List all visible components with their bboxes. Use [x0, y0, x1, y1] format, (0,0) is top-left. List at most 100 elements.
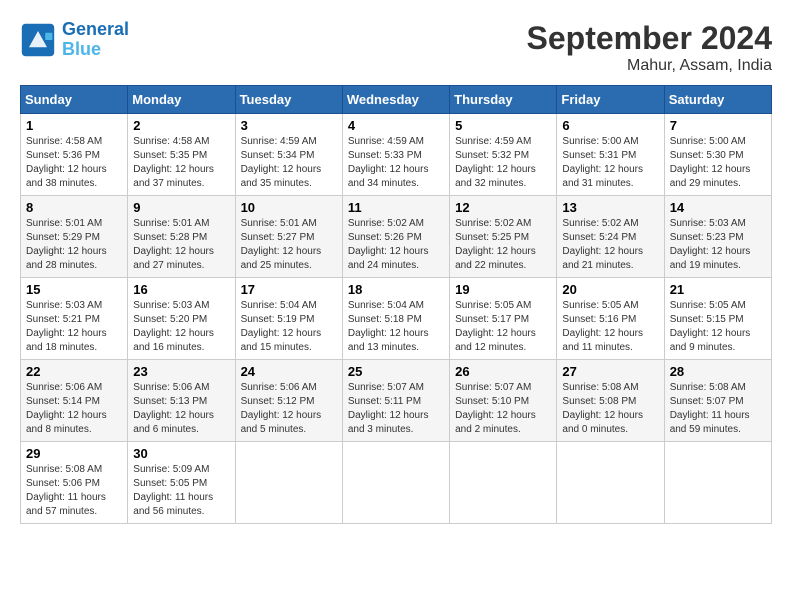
day-cell-20: 20 Sunrise: 5:05 AM Sunset: 5:16 PM Dayl…: [557, 278, 664, 360]
day-info: Sunrise: 5:00 AM Sunset: 5:31 PM Dayligh…: [562, 135, 658, 191]
day-cell-23: 23 Sunrise: 5:06 AM Sunset: 5:13 PM Dayl…: [128, 360, 235, 442]
day-number: 15: [26, 282, 122, 297]
day-info: Sunrise: 4:59 AM Sunset: 5:32 PM Dayligh…: [455, 135, 551, 191]
day-number: 3: [241, 118, 337, 133]
day-cell-3: 3 Sunrise: 4:59 AM Sunset: 5:34 PM Dayli…: [235, 114, 342, 196]
empty-cell: [342, 442, 449, 524]
day-number: 21: [670, 282, 766, 297]
day-cell-5: 5 Sunrise: 4:59 AM Sunset: 5:32 PM Dayli…: [450, 114, 557, 196]
day-cell-21: 21 Sunrise: 5:05 AM Sunset: 5:15 PM Dayl…: [664, 278, 771, 360]
day-cell-7: 7 Sunrise: 5:00 AM Sunset: 5:30 PM Dayli…: [664, 114, 771, 196]
day-cell-17: 17 Sunrise: 5:04 AM Sunset: 5:19 PM Dayl…: [235, 278, 342, 360]
day-cell-4: 4 Sunrise: 4:59 AM Sunset: 5:33 PM Dayli…: [342, 114, 449, 196]
day-number: 10: [241, 200, 337, 215]
day-number: 22: [26, 364, 122, 379]
weekday-header-monday: Monday: [128, 86, 235, 114]
day-number: 9: [133, 200, 229, 215]
day-number: 1: [26, 118, 122, 133]
week-row-4: 22 Sunrise: 5:06 AM Sunset: 5:14 PM Dayl…: [21, 360, 772, 442]
day-cell-25: 25 Sunrise: 5:07 AM Sunset: 5:11 PM Dayl…: [342, 360, 449, 442]
weekday-header-tuesday: Tuesday: [235, 86, 342, 114]
day-cell-1: 1 Sunrise: 4:58 AM Sunset: 5:36 PM Dayli…: [21, 114, 128, 196]
day-info: Sunrise: 5:09 AM Sunset: 5:05 PM Dayligh…: [133, 463, 229, 519]
weekday-header-sunday: Sunday: [21, 86, 128, 114]
day-info: Sunrise: 5:07 AM Sunset: 5:11 PM Dayligh…: [348, 381, 444, 437]
empty-cell: [450, 442, 557, 524]
day-info: Sunrise: 5:05 AM Sunset: 5:16 PM Dayligh…: [562, 299, 658, 355]
day-number: 8: [26, 200, 122, 215]
weekday-header-row: SundayMondayTuesdayWednesdayThursdayFrid…: [21, 86, 772, 114]
weekday-header-friday: Friday: [557, 86, 664, 114]
day-info: Sunrise: 5:02 AM Sunset: 5:26 PM Dayligh…: [348, 217, 444, 273]
week-row-5: 29 Sunrise: 5:08 AM Sunset: 5:06 PM Dayl…: [21, 442, 772, 524]
day-info: Sunrise: 4:59 AM Sunset: 5:33 PM Dayligh…: [348, 135, 444, 191]
day-info: Sunrise: 5:01 AM Sunset: 5:29 PM Dayligh…: [26, 217, 122, 273]
day-cell-15: 15 Sunrise: 5:03 AM Sunset: 5:21 PM Dayl…: [21, 278, 128, 360]
day-info: Sunrise: 5:03 AM Sunset: 5:23 PM Dayligh…: [670, 217, 766, 273]
day-info: Sunrise: 5:08 AM Sunset: 5:06 PM Dayligh…: [26, 463, 122, 519]
day-info: Sunrise: 5:08 AM Sunset: 5:08 PM Dayligh…: [562, 381, 658, 437]
day-info: Sunrise: 4:58 AM Sunset: 5:35 PM Dayligh…: [133, 135, 229, 191]
empty-cell: [235, 442, 342, 524]
day-cell-8: 8 Sunrise: 5:01 AM Sunset: 5:29 PM Dayli…: [21, 196, 128, 278]
location: Mahur, Assam, India: [527, 57, 772, 75]
weekday-header-thursday: Thursday: [450, 86, 557, 114]
day-cell-27: 27 Sunrise: 5:08 AM Sunset: 5:08 PM Dayl…: [557, 360, 664, 442]
day-info: Sunrise: 5:08 AM Sunset: 5:07 PM Dayligh…: [670, 381, 766, 437]
day-info: Sunrise: 5:07 AM Sunset: 5:10 PM Dayligh…: [455, 381, 551, 437]
calendar-table: SundayMondayTuesdayWednesdayThursdayFrid…: [20, 85, 772, 524]
weekday-header-saturday: Saturday: [664, 86, 771, 114]
logo: General Blue: [20, 20, 129, 60]
day-info: Sunrise: 5:03 AM Sunset: 5:20 PM Dayligh…: [133, 299, 229, 355]
day-number: 26: [455, 364, 551, 379]
logo-text: General Blue: [62, 20, 129, 60]
day-cell-24: 24 Sunrise: 5:06 AM Sunset: 5:12 PM Dayl…: [235, 360, 342, 442]
day-cell-29: 29 Sunrise: 5:08 AM Sunset: 5:06 PM Dayl…: [21, 442, 128, 524]
logo-icon: [20, 22, 56, 58]
day-number: 12: [455, 200, 551, 215]
day-number: 19: [455, 282, 551, 297]
day-number: 16: [133, 282, 229, 297]
day-cell-28: 28 Sunrise: 5:08 AM Sunset: 5:07 PM Dayl…: [664, 360, 771, 442]
day-number: 18: [348, 282, 444, 297]
day-number: 25: [348, 364, 444, 379]
day-info: Sunrise: 5:01 AM Sunset: 5:28 PM Dayligh…: [133, 217, 229, 273]
day-info: Sunrise: 5:06 AM Sunset: 5:14 PM Dayligh…: [26, 381, 122, 437]
day-number: 28: [670, 364, 766, 379]
day-info: Sunrise: 4:59 AM Sunset: 5:34 PM Dayligh…: [241, 135, 337, 191]
day-number: 29: [26, 446, 122, 461]
month-title: September 2024: [527, 20, 772, 57]
day-cell-13: 13 Sunrise: 5:02 AM Sunset: 5:24 PM Dayl…: [557, 196, 664, 278]
empty-cell: [557, 442, 664, 524]
weekday-header-wednesday: Wednesday: [342, 86, 449, 114]
day-info: Sunrise: 5:04 AM Sunset: 5:19 PM Dayligh…: [241, 299, 337, 355]
day-number: 30: [133, 446, 229, 461]
day-info: Sunrise: 5:06 AM Sunset: 5:12 PM Dayligh…: [241, 381, 337, 437]
day-cell-6: 6 Sunrise: 5:00 AM Sunset: 5:31 PM Dayli…: [557, 114, 664, 196]
empty-cell: [664, 442, 771, 524]
day-cell-19: 19 Sunrise: 5:05 AM Sunset: 5:17 PM Dayl…: [450, 278, 557, 360]
day-number: 20: [562, 282, 658, 297]
day-info: Sunrise: 5:02 AM Sunset: 5:25 PM Dayligh…: [455, 217, 551, 273]
title-block: September 2024 Mahur, Assam, India: [527, 20, 772, 75]
day-info: Sunrise: 5:03 AM Sunset: 5:21 PM Dayligh…: [26, 299, 122, 355]
day-number: 5: [455, 118, 551, 133]
day-number: 14: [670, 200, 766, 215]
day-cell-30: 30 Sunrise: 5:09 AM Sunset: 5:05 PM Dayl…: [128, 442, 235, 524]
day-info: Sunrise: 5:01 AM Sunset: 5:27 PM Dayligh…: [241, 217, 337, 273]
page-header: General Blue September 2024 Mahur, Assam…: [20, 20, 772, 75]
day-info: Sunrise: 5:05 AM Sunset: 5:15 PM Dayligh…: [670, 299, 766, 355]
day-info: Sunrise: 5:00 AM Sunset: 5:30 PM Dayligh…: [670, 135, 766, 191]
day-cell-18: 18 Sunrise: 5:04 AM Sunset: 5:18 PM Dayl…: [342, 278, 449, 360]
day-number: 7: [670, 118, 766, 133]
day-number: 23: [133, 364, 229, 379]
day-info: Sunrise: 5:06 AM Sunset: 5:13 PM Dayligh…: [133, 381, 229, 437]
day-number: 24: [241, 364, 337, 379]
day-info: Sunrise: 4:58 AM Sunset: 5:36 PM Dayligh…: [26, 135, 122, 191]
day-cell-11: 11 Sunrise: 5:02 AM Sunset: 5:26 PM Dayl…: [342, 196, 449, 278]
day-info: Sunrise: 5:02 AM Sunset: 5:24 PM Dayligh…: [562, 217, 658, 273]
week-row-2: 8 Sunrise: 5:01 AM Sunset: 5:29 PM Dayli…: [21, 196, 772, 278]
day-number: 13: [562, 200, 658, 215]
week-row-1: 1 Sunrise: 4:58 AM Sunset: 5:36 PM Dayli…: [21, 114, 772, 196]
day-number: 17: [241, 282, 337, 297]
